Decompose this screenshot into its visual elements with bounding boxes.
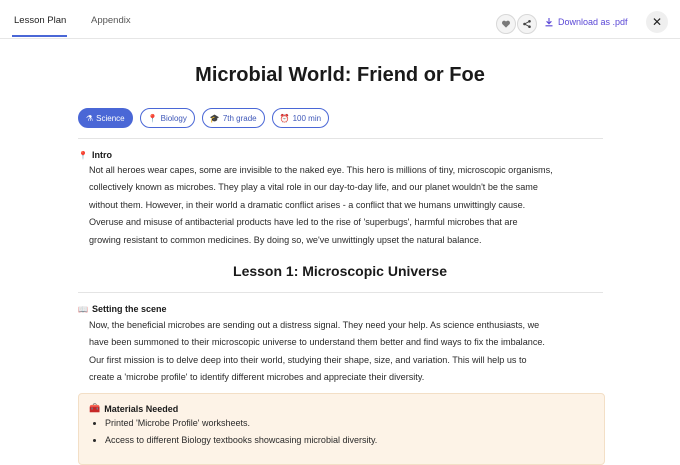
intro-line: Not all heroes wear capes, some are invi… <box>89 165 553 175</box>
share-icon <box>523 20 531 28</box>
favorite-button[interactable] <box>496 14 516 34</box>
scene-line: have been summoned to their microscopic … <box>89 337 545 348</box>
top-bar: Lesson Plan Appendix Download as .pdf ✕ <box>0 0 680 39</box>
tag-label: 100 min <box>292 113 322 123</box>
materials-heading: 🧰 Materials Needed <box>89 403 178 414</box>
flask-icon: ⚗ <box>86 113 94 123</box>
heart-icon <box>502 20 510 28</box>
tab-lesson-plan[interactable]: Lesson Plan <box>14 15 66 26</box>
intro-line: without them. However, in their world a … <box>89 199 526 210</box>
materials-box: 🧰 Materials Needed Printed 'Microbe Prof… <box>78 393 605 465</box>
page-title: Microbial World: Friend or Foe <box>195 64 485 86</box>
scene-line: Our first mission is to delve deep into … <box>89 354 527 365</box>
tag-label: Biology <box>160 113 187 123</box>
scene-line: Now, the beneficial microbes are sending… <box>89 320 540 330</box>
scene-paragraph: Now, the beneficial microbes are sending… <box>89 317 603 387</box>
intro-paragraph: Not all heroes wear capes, some are invi… <box>89 162 603 249</box>
divider <box>78 138 603 139</box>
list-item: Printed 'Microbe Profile' worksheets. <box>105 415 595 432</box>
tag-label: Science <box>96 113 125 123</box>
scene-heading: 📖 Setting the scene <box>78 304 167 314</box>
tag-label: 7th grade <box>222 113 257 123</box>
intro-line: growing resistant to common medicines. B… <box>89 234 482 245</box>
intro-line: collectively known as microbes. They pla… <box>89 182 538 193</box>
tag-list: ⚗ Science 📍 Biology 🎓 7th grade ⏰ 100 mi… <box>78 108 330 128</box>
download-icon <box>545 18 553 27</box>
pin-icon: 📍 <box>147 113 158 123</box>
toolbox-icon: 🧰 <box>89 403 101 413</box>
alarm-clock-icon: ⏰ <box>279 113 290 123</box>
intro-line: Overuse and misuse of antibacterial prod… <box>89 217 518 228</box>
tag-biology[interactable]: 📍 Biology <box>139 108 195 128</box>
intro-heading: 📍 Intro <box>78 150 112 160</box>
open-book-icon: 📖 <box>78 304 88 314</box>
close-icon: ✕ <box>651 15 663 29</box>
download-pdf-button[interactable]: Download as .pdf <box>544 17 628 27</box>
tab-appendix[interactable]: Appendix <box>91 15 131 26</box>
active-tab-indicator <box>12 35 67 37</box>
materials-list: Printed 'Microbe Profile' worksheets. Ac… <box>91 415 595 449</box>
lesson-title: Lesson 1: Microscopic Universe <box>233 263 447 279</box>
tag-grade[interactable]: 🎓 7th grade <box>201 108 265 128</box>
download-label: Download as .pdf <box>558 17 628 27</box>
divider <box>78 292 603 293</box>
intro-heading-label: Intro <box>91 150 112 160</box>
materials-heading-label: Materials Needed <box>104 403 179 414</box>
tag-science[interactable]: ⚗ Science <box>78 108 133 128</box>
tag-duration[interactable]: ⏰ 100 min <box>271 108 330 128</box>
share-button[interactable] <box>517 14 537 34</box>
close-button[interactable]: ✕ <box>646 11 668 33</box>
graduation-cap-icon: 🎓 <box>209 113 220 123</box>
list-item: Access to different Biology textbooks sh… <box>105 432 595 449</box>
pin-icon: 📍 <box>78 150 88 160</box>
scene-line: create a 'microbe profile' to identify d… <box>89 372 425 383</box>
scene-heading-label: Setting the scene <box>91 304 167 314</box>
